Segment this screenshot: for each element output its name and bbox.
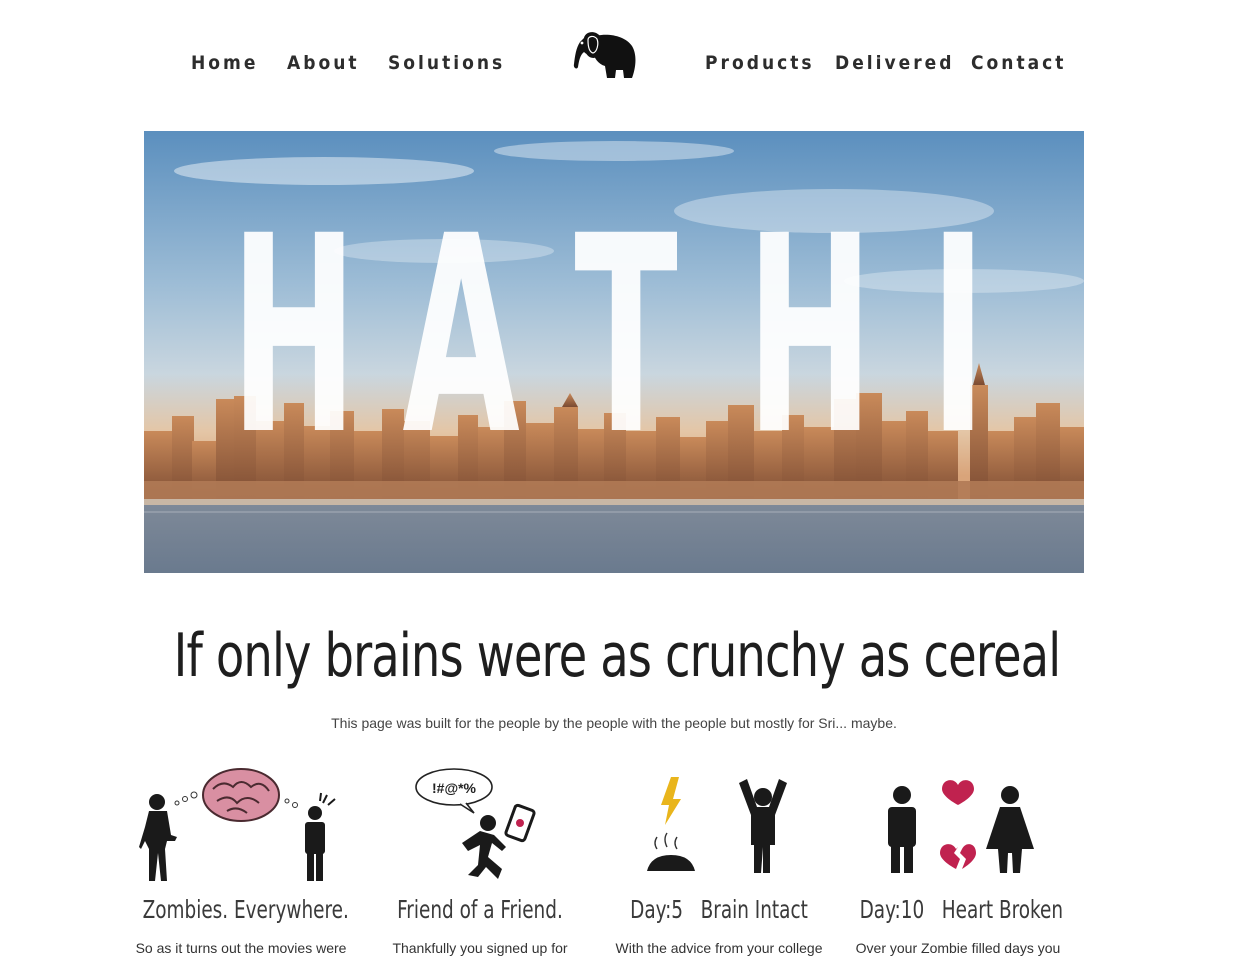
page-headline: If only brains were as crunchy as cereal [173,621,1061,691]
lightning-bolt-icon [661,777,681,825]
feature-day5: Day:5 Brain Intact With the advice from … [599,765,839,965]
running-man-phone-icon: !#@*% [415,768,536,879]
feature-text: With the advice from your college [615,940,823,956]
feature-title: Friend of a Friend. [397,895,563,924]
brain-icon [202,768,280,822]
hero-banner: H A T H I [144,131,1084,573]
nav-products-link[interactable]: Products [705,50,815,76]
heart-icon [942,780,974,805]
feature-title: Day:5 Brain Intact [630,895,808,924]
feature-friend: !#@*% Friend of a Friend. Thankfully you… [360,765,600,965]
feature-text: Thankfully you signed up for [392,940,568,956]
feature-title: Day:10 Heart Broken [859,895,1064,924]
speech-bubble-text: !#@*% [432,780,477,796]
hero-letter: A [402,179,520,495]
elephant-icon[interactable] [572,30,638,82]
lightning-cheering-person-icon [647,777,787,873]
feature-title: Zombies. Everywhere. [142,895,349,924]
hero-letter: I [929,179,987,495]
hero-letter: H [230,179,358,495]
hero-letter: H [746,179,874,495]
page-subtitle: This page was built for the people by th… [331,715,897,731]
hero-title-word: H A T H I [144,179,1084,495]
feature-zombies: Zombies. Everywhere. So as it turns out … [121,765,361,965]
feature-text: Over your Zombie filled days you [855,940,1061,956]
nav-about-link[interactable]: About [287,50,360,76]
nav-solutions-link[interactable]: Solutions [388,50,505,76]
zombie-brain-person-icon [139,768,336,881]
broken-heart-icon [940,844,976,869]
hero-letter: T [574,179,678,495]
broken-heart-couple-icon [888,780,1034,873]
nav-home-link[interactable]: Home [191,50,258,76]
feature-text: So as it turns out the movies were [135,940,347,956]
feature-day10: Day:10 Heart Broken Over your Zombie fil… [838,765,1078,965]
nav-delivered-link[interactable]: Delivered [835,50,955,76]
nav-contact-link[interactable]: Contact [971,50,1066,76]
